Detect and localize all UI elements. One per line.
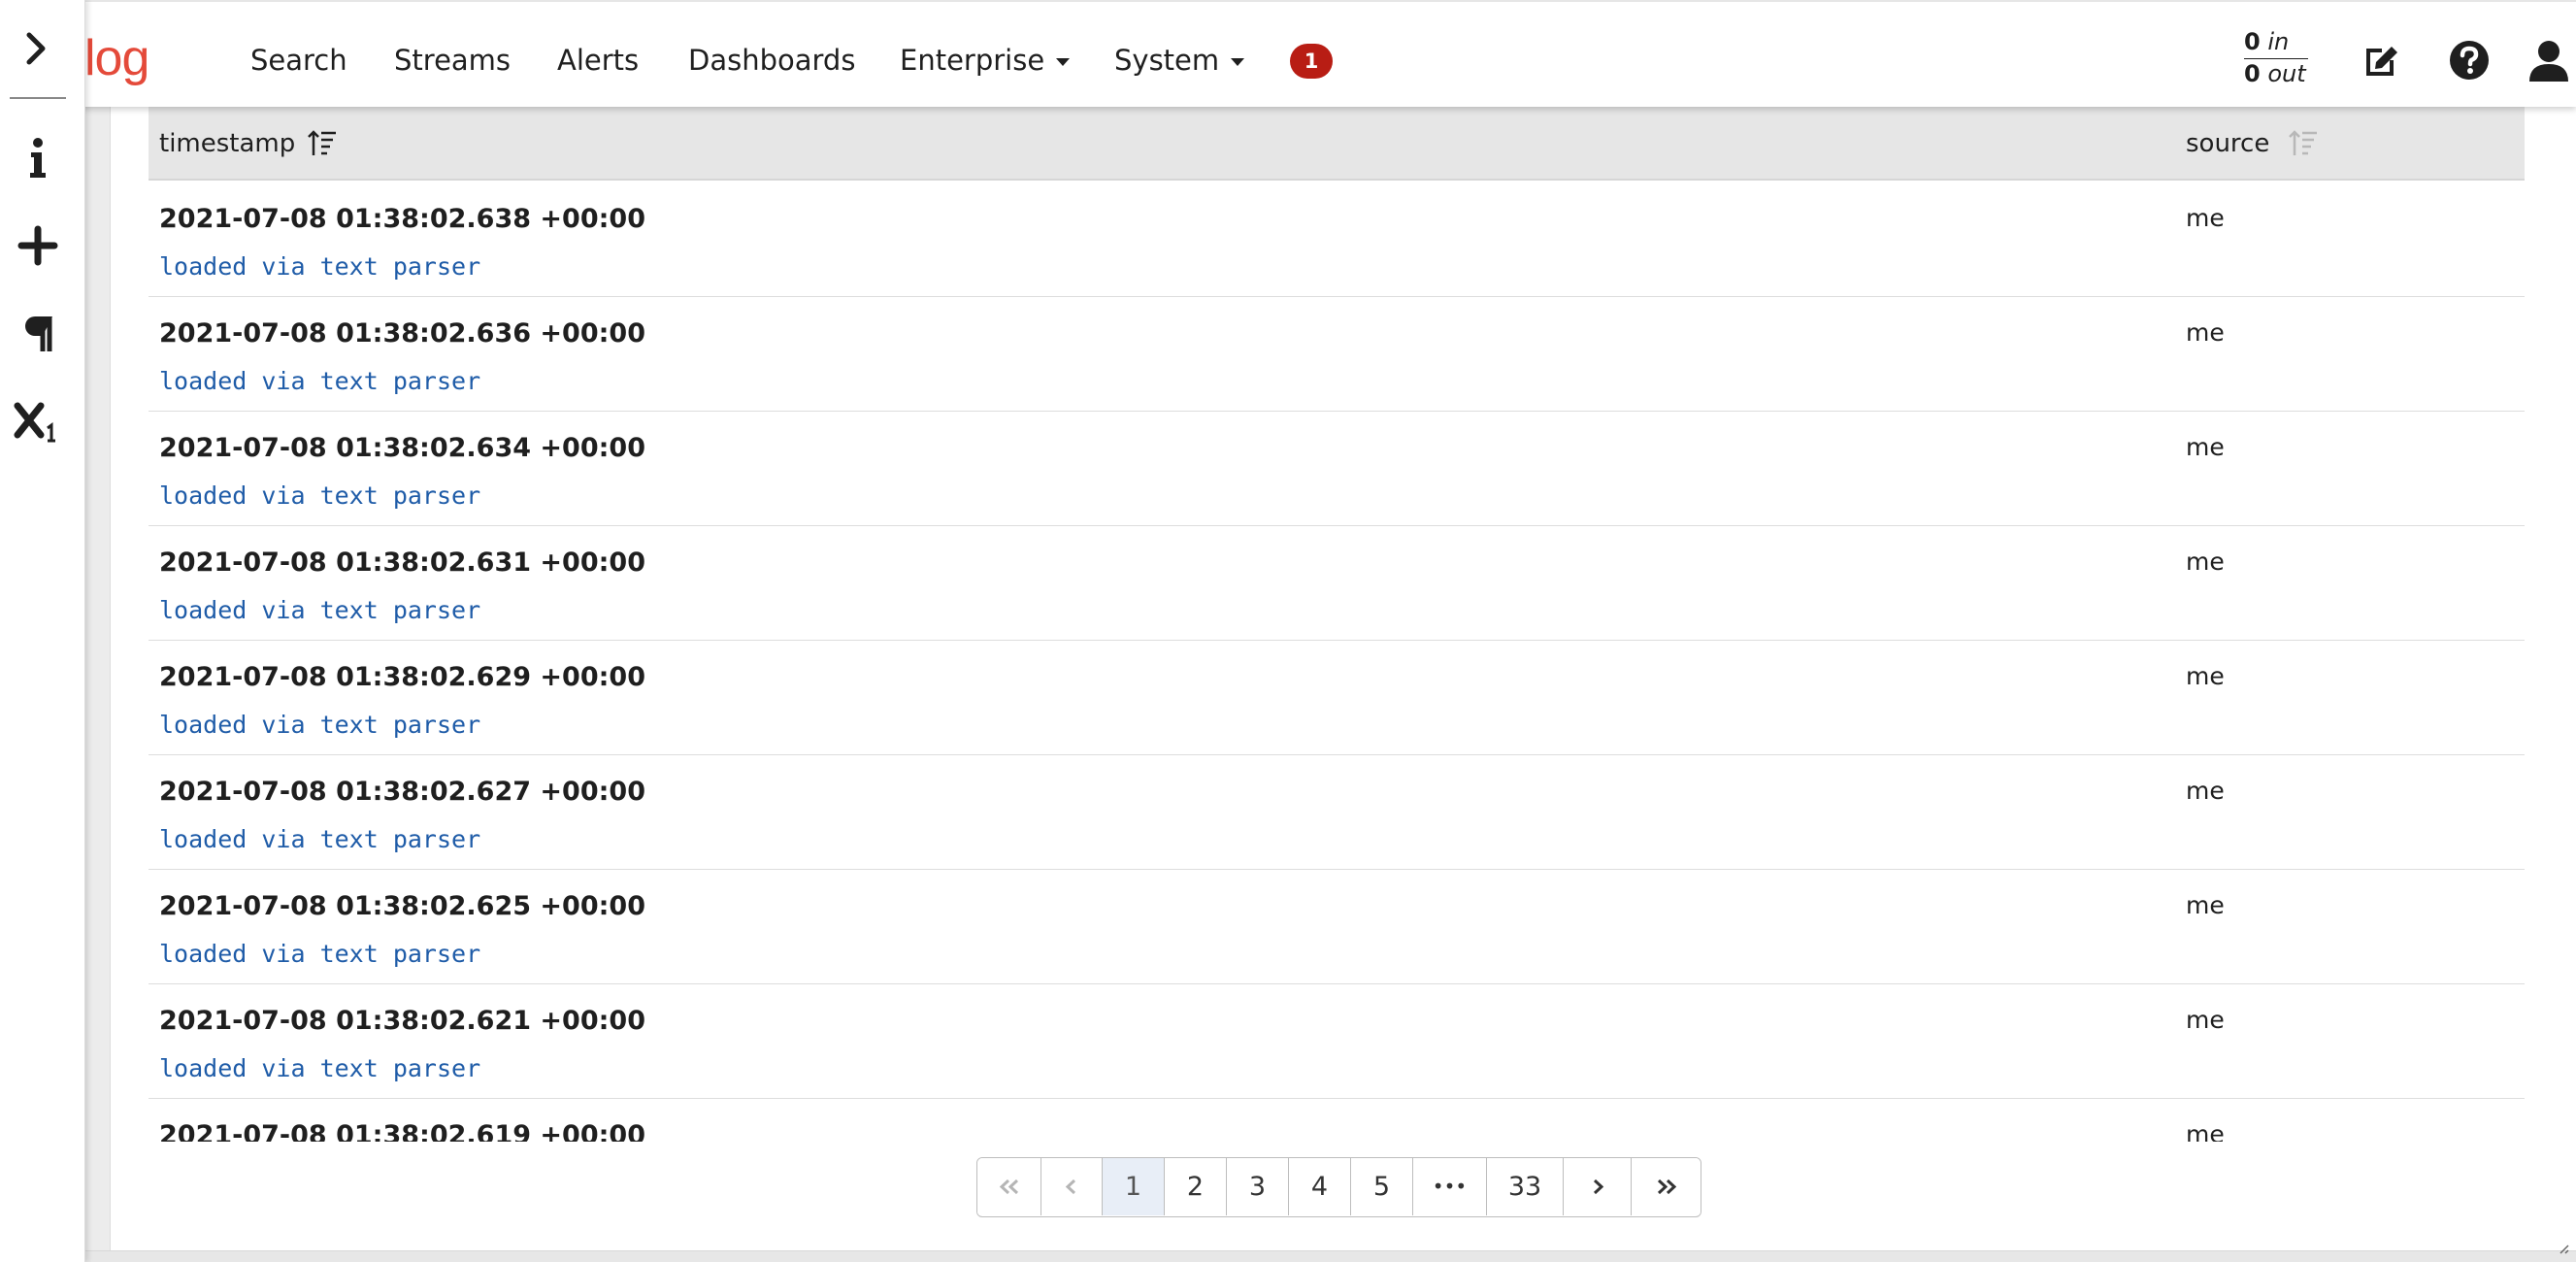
table-row[interactable]: 2021-07-08 01:38:02.629 +00:00 loaded vi… <box>149 641 2525 755</box>
row-timestamp: 2021-07-08 01:38:02.619 +00:00 <box>159 1120 646 1142</box>
nav-dashboards[interactable]: Dashboards <box>688 39 855 82</box>
row-message: loaded via text parser <box>159 711 481 739</box>
left-sidebar <box>0 0 85 1262</box>
chevron-right-icon[interactable] <box>14 25 62 74</box>
page-button-5[interactable]: 5 <box>1351 1158 1413 1215</box>
nav-system-label: System <box>1114 44 1220 77</box>
throughput-indicator[interactable]: 0 in 0 out <box>2244 27 2308 87</box>
throughput-out: 0 out <box>2244 60 2306 87</box>
top-navbar: ylog Search Streams Alerts Dashboards En… <box>0 0 2576 107</box>
window-bottom-edge <box>0 1250 2576 1262</box>
row-timestamp: 2021-07-08 01:38:02.638 +00:00 <box>159 204 646 234</box>
row-source: me <box>2186 433 2225 461</box>
nav-search[interactable]: Search <box>250 39 347 82</box>
row-source: me <box>2186 204 2225 232</box>
info-icon[interactable] <box>14 134 62 183</box>
row-source: me <box>2186 777 2225 805</box>
row-timestamp: 2021-07-08 01:38:02.627 +00:00 <box>159 777 646 807</box>
previous-page-button[interactable] <box>1041 1158 1103 1215</box>
nav-alerts[interactable]: Alerts <box>557 39 639 82</box>
row-source: me <box>2186 662 2225 690</box>
user-icon[interactable] <box>2529 39 2568 82</box>
row-timestamp: 2021-07-08 01:38:02.634 +00:00 <box>159 433 646 463</box>
row-source: me <box>2186 1120 2225 1142</box>
column-header-source[interactable]: source <box>2186 124 2269 163</box>
row-source: me <box>2186 1006 2225 1034</box>
table-row[interactable]: 2021-07-08 01:38:02.619 +00:00 me <box>149 1099 2525 1142</box>
table-row[interactable]: 2021-07-08 01:38:02.621 +00:00 loaded vi… <box>149 984 2525 1099</box>
chevron-right-icon <box>1593 1179 1603 1195</box>
pagination-ellipsis[interactable]: ••• <box>1413 1158 1487 1215</box>
row-message: loaded via text parser <box>159 596 481 624</box>
throughput-in: 0 in <box>2244 27 2308 59</box>
nav-enterprise-dropdown[interactable]: Enterprise <box>900 39 1071 82</box>
table-row[interactable]: 2021-07-08 01:38:02.638 +00:00 loaded vi… <box>149 183 2525 297</box>
paragraph-icon[interactable] <box>14 309 62 357</box>
row-message: loaded via text parser <box>159 482 481 510</box>
app-window: ylog Search Streams Alerts Dashboards En… <box>0 0 2576 1262</box>
caret-down-icon <box>1231 58 1245 66</box>
row-message: loaded via text parser <box>159 1054 481 1082</box>
row-source: me <box>2186 318 2225 347</box>
column-header-timestamp[interactable]: timestamp <box>159 124 295 163</box>
nav-enterprise-label: Enterprise <box>900 44 1045 77</box>
table-row[interactable]: 2021-07-08 01:38:02.631 +00:00 loaded vi… <box>149 526 2525 641</box>
plus-icon[interactable] <box>14 221 62 270</box>
row-timestamp: 2021-07-08 01:38:02.636 +00:00 <box>159 318 646 349</box>
page-button-1[interactable]: 1 <box>1103 1158 1165 1215</box>
row-timestamp: 2021-07-08 01:38:02.631 +00:00 <box>159 548 646 578</box>
throughput-in-label: in <box>2267 28 2290 55</box>
subscript-icon[interactable] <box>14 396 62 445</box>
sort-icon[interactable] <box>307 128 338 159</box>
chevron-left-icon <box>1065 1179 1076 1195</box>
content-gutter <box>85 107 110 1262</box>
throughput-in-count: 0 <box>2244 28 2261 55</box>
resize-handle-icon[interactable] <box>2557 1241 2570 1254</box>
last-page-button[interactable] <box>1632 1158 1701 1215</box>
nav-streams[interactable]: Streams <box>394 39 511 82</box>
help-icon[interactable] <box>2448 39 2491 82</box>
row-message: loaded via text parser <box>159 367 481 395</box>
next-page-button[interactable] <box>1564 1158 1632 1215</box>
nav-system-dropdown[interactable]: System <box>1114 39 1245 82</box>
caret-down-icon <box>1056 58 1071 66</box>
table-header: timestamp source <box>149 107 2525 181</box>
row-message: loaded via text parser <box>159 940 481 968</box>
first-page-button[interactable] <box>977 1158 1041 1215</box>
throughput-out-count: 0 <box>2244 60 2261 87</box>
page-button-4[interactable]: 4 <box>1289 1158 1351 1215</box>
page-button-3[interactable]: 3 <box>1227 1158 1289 1215</box>
edit-icon[interactable] <box>2361 39 2403 82</box>
sort-icon[interactable] <box>2288 128 2319 159</box>
table-row[interactable]: 2021-07-08 01:38:02.636 +00:00 loaded vi… <box>149 297 2525 412</box>
page-button-2[interactable]: 2 <box>1165 1158 1227 1215</box>
throughput-out-label: out <box>2267 60 2306 87</box>
table-row[interactable]: 2021-07-08 01:38:02.627 +00:00 loaded vi… <box>149 755 2525 870</box>
message-table: 2021-07-08 01:38:02.638 +00:00 loaded vi… <box>149 183 2525 1142</box>
page-button-33[interactable]: 33 <box>1487 1158 1564 1215</box>
double-chevron-right-icon <box>1657 1179 1676 1195</box>
row-message: loaded via text parser <box>159 825 481 853</box>
notification-badge[interactable]: 1 <box>1290 44 1333 79</box>
row-source: me <box>2186 548 2225 576</box>
table-row[interactable]: 2021-07-08 01:38:02.634 +00:00 loaded vi… <box>149 412 2525 526</box>
row-message: loaded via text parser <box>159 252 481 281</box>
row-timestamp: 2021-07-08 01:38:02.625 +00:00 <box>159 891 646 921</box>
pagination: 1 2 3 4 5 ••• 33 <box>976 1157 1701 1217</box>
row-timestamp: 2021-07-08 01:38:02.629 +00:00 <box>159 662 646 692</box>
row-source: me <box>2186 891 2225 919</box>
row-timestamp: 2021-07-08 01:38:02.621 +00:00 <box>159 1006 646 1036</box>
sidebar-divider <box>10 97 66 99</box>
table-row[interactable]: 2021-07-08 01:38:02.625 +00:00 loaded vi… <box>149 870 2525 984</box>
double-chevron-left-icon <box>999 1179 1018 1195</box>
